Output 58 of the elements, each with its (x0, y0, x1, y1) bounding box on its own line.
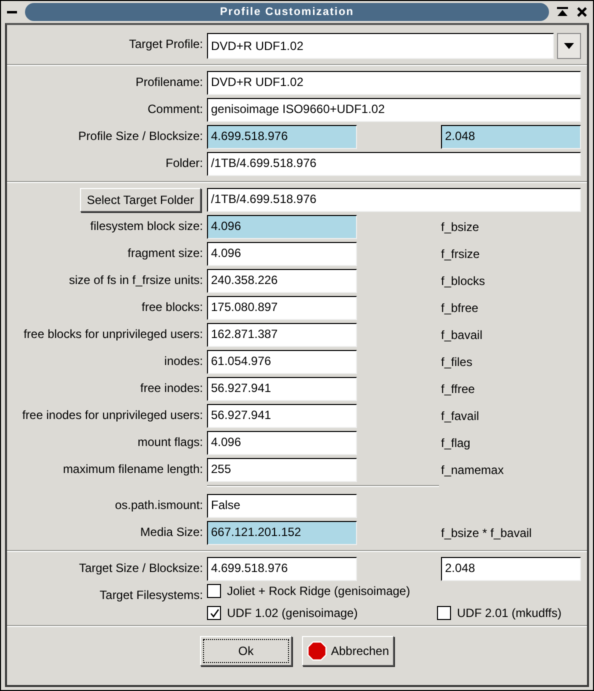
field-note: f_ffree (441, 382, 476, 396)
text-field[interactable]: 56.927.941 (207, 404, 357, 428)
text-field[interactable]: False (207, 494, 357, 518)
text-field[interactable]: 667.121.201.152 (207, 521, 357, 545)
field-label: Profile Size / Blocksize: (77, 128, 203, 143)
field-label: Comment: (146, 101, 203, 116)
text-field[interactable]: 4.096 (207, 242, 357, 266)
field-label: free blocks: (140, 299, 203, 314)
text-field[interactable]: 175.080.897 (207, 296, 357, 320)
field-label: Target Size / Blocksize: (78, 560, 203, 575)
text-field[interactable]: 4.699.518.976 (207, 125, 357, 149)
text-field[interactable]: /1TB/4.699.518.976 (207, 188, 581, 212)
field-label: os.path.ismount: (114, 497, 203, 512)
field-note: f_namemax (441, 463, 505, 477)
checkbox-option[interactable]: Joliet + Rock Ridge (genisoimage) (207, 584, 577, 598)
text-field[interactable]: 4.096 (207, 215, 357, 239)
text-field[interactable]: 4.096 (207, 431, 357, 455)
field-label: Target Profile: (128, 36, 203, 51)
field-note: f_bsize (441, 220, 480, 234)
field-note: f_flag (441, 436, 472, 450)
field-label: Profilename: (134, 74, 203, 89)
field-label: Media Size: (139, 524, 203, 539)
field-label: inodes: (163, 353, 203, 368)
text-field[interactable]: 162.871.387 (207, 323, 357, 347)
field-label: Folder: (164, 155, 203, 170)
field-note: f_favail (441, 409, 480, 423)
field-label: free inodes for unprivileged users: (21, 407, 203, 422)
ok-button[interactable]: Ok (200, 636, 292, 666)
field-note: f_bavail (441, 328, 484, 342)
text-field[interactable]: 2.048 (441, 557, 581, 581)
text-field[interactable]: 4.699.518.976 (207, 557, 357, 581)
text-field[interactable]: DVD+R UDF1.02 (207, 71, 581, 95)
profile-dropdown[interactable]: DVD+R UDF1.02 (207, 33, 554, 59)
field-label: filesystem block size: (89, 218, 203, 233)
window-title: Profile Customization (25, 3, 549, 21)
text-field[interactable]: 61.054.976 (207, 350, 357, 374)
text-field[interactable]: 2.048 (441, 125, 581, 149)
text-field[interactable]: 56.927.941 (207, 377, 357, 401)
field-label: free inodes: (139, 380, 203, 395)
text-field[interactable]: 240.358.226 (207, 269, 357, 293)
field-note: f_blocks (441, 274, 486, 288)
field-label: free blocks for unprivileged users: (22, 326, 203, 341)
text-field[interactable]: 255 (207, 458, 357, 482)
field-label: fragment size: (126, 245, 203, 260)
field-label: mount flags: (136, 434, 203, 449)
field-label: maximum filename length: (62, 461, 203, 476)
field-note: f_bfree (441, 301, 480, 315)
field-note: f_frsize (441, 247, 481, 261)
field-label: Target Filesystems: (98, 587, 203, 602)
select-folder-button[interactable]: Select Target Folder (80, 188, 201, 212)
text-field[interactable]: /1TB/4.699.518.976 (207, 152, 581, 176)
field-note: f_files (441, 355, 474, 369)
text-field[interactable]: genisoimage ISO9660+UDF1.02 (207, 98, 581, 122)
field-note: f_bsize * f_bavail (441, 526, 533, 540)
checkbox-option[interactable]: UDF 2.01 (mkudffs) (437, 606, 577, 620)
field-label: size of fs in f_frsize units: (68, 272, 203, 287)
checkbox-option[interactable]: UDF 1.02 (genisoimage) (207, 606, 437, 620)
cancel-button[interactable]: Abbrechen (302, 636, 394, 666)
